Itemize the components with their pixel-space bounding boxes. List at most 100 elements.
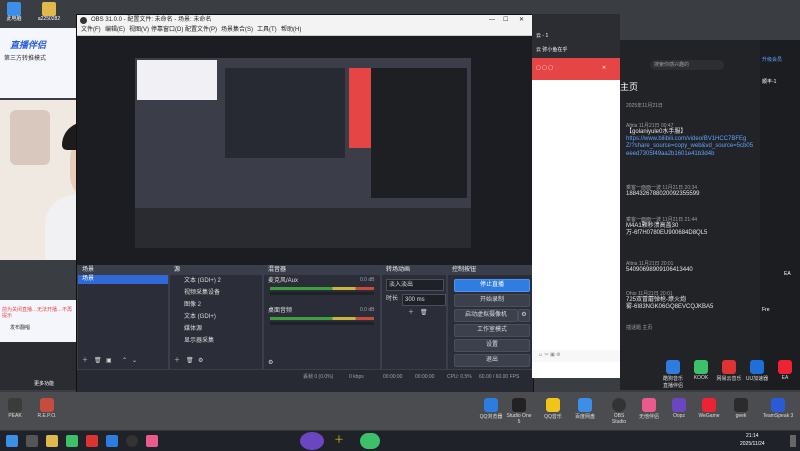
source-item[interactable]: 文本 (GDI+) 2: [170, 275, 262, 287]
move-up-icon[interactable]: ⌃: [122, 358, 127, 365]
live-companion-bottom: 前为关闭直播…无法开播…不再提示 发布翻唱: [0, 300, 76, 342]
clock-time[interactable]: 21:14: [746, 433, 759, 440]
publish-option[interactable]: 发布翻唱: [10, 325, 30, 332]
start-recording-button[interactable]: 开始录制: [454, 294, 530, 307]
close-icon[interactable]: ✕: [519, 15, 524, 26]
menu-tools[interactable]: 工具(T): [257, 26, 277, 35]
stop-streaming-button[interactable]: 停止直播: [454, 279, 530, 292]
preview-canvas: [135, 58, 471, 248]
menu-edit[interactable]: 编辑(E): [105, 26, 125, 35]
desktop-icon-folder[interactable]: a2250282: [32, 2, 66, 23]
transition-select[interactable]: 淡入淡出: [386, 279, 444, 291]
app-icon[interactable]: [106, 435, 118, 447]
wechat-icon[interactable]: [360, 433, 380, 449]
more-functions-link[interactable]: 更多功能: [34, 381, 54, 388]
desktop-app-icon[interactable]: Oopz: [666, 398, 692, 419]
menu-help[interactable]: 帮助(H): [281, 26, 301, 35]
start-virtual-camera-button[interactable]: 启动虚拟摄像机: [454, 309, 518, 322]
desktop-app-icon[interactable]: UU加速器: [744, 360, 770, 382]
maximize-icon[interactable]: ☐: [503, 15, 508, 26]
app-icon[interactable]: [66, 435, 78, 447]
clock-date[interactable]: 2025/11/24: [740, 441, 765, 448]
duration-input[interactable]: 300 ms: [402, 294, 446, 306]
virtual-camera-settings-icon[interactable]: ⚙: [518, 309, 530, 322]
add-scene-icon[interactable]: ＋: [82, 358, 88, 365]
remove-source-icon[interactable]: 🗑: [186, 358, 194, 365]
desktop-app-icon[interactable]: EA: [772, 360, 798, 381]
source-item[interactable]: 图像 2: [170, 299, 262, 311]
desktop-app-icon[interactable]: Studio One 5: [506, 398, 532, 425]
vip-badge[interactable]: 升级会员: [762, 57, 782, 64]
studio-mode-button[interactable]: 工作室模式: [454, 324, 530, 337]
chat-home-title: 主页: [620, 82, 639, 92]
desktop-app-icon[interactable]: 酷狗音乐 直播伴侣: [660, 360, 686, 389]
app-icon: [778, 360, 792, 374]
obs-preview[interactable]: [77, 36, 533, 278]
filter-icon[interactable]: ▣: [106, 358, 112, 365]
push-mode-label[interactable]: 第三方转推模式: [4, 56, 46, 63]
add-transition-icon[interactable]: ＋: [408, 310, 414, 317]
desktop-app-icon[interactable]: R.E.P.O.: [34, 398, 60, 419]
start-icon[interactable]: [6, 435, 18, 447]
show-desktop-button[interactable]: [790, 435, 796, 447]
desktop-app-icon[interactable]: 无他伴侣: [636, 398, 662, 420]
move-down-icon[interactable]: ⌄: [132, 358, 137, 365]
browser-header: ▢ ▢ ▢ ✕: [532, 58, 620, 80]
app-icon[interactable]: [86, 435, 98, 447]
menu-view[interactable]: 视图(V): [129, 26, 149, 35]
desktop-volume-slider[interactable]: [270, 322, 374, 325]
add-source-icon[interactable]: ＋: [174, 358, 180, 365]
desktop-icon-computer[interactable]: 此电脑: [2, 2, 26, 23]
source-item[interactable]: 视频采集设备: [170, 287, 262, 299]
desktop-app-icon[interactable]: geek: [728, 398, 754, 419]
chat-input-hint[interactable]: 插话题 主页: [626, 325, 652, 332]
menu-docks[interactable]: 停靠窗口(D): [151, 26, 183, 35]
obs-menubar: 文件(F) 编辑(E) 视图(V) 停靠窗口(D) 配置文件(P) 场景集合(S…: [77, 26, 533, 36]
menu-scene-collection[interactable]: 场景集合(S): [221, 26, 253, 35]
source-properties-icon[interactable]: ⚙: [198, 358, 203, 365]
message-author: 乘客一面面一波 11月21日 20:34: [626, 185, 698, 191]
source-item[interactable]: 文本 (GDI+): [170, 311, 262, 323]
desktop-app-icon[interactable]: 百度网盘: [572, 398, 598, 420]
file-explorer-icon[interactable]: [46, 435, 58, 447]
desktop-app-icon[interactable]: KOOK: [688, 360, 714, 381]
computer-icon: [7, 2, 21, 16]
mic-db: 0.0 dB: [360, 277, 375, 283]
desktop-app-icon[interactable]: TeamSpeak 3: [758, 398, 798, 419]
app-icon[interactable]: [146, 435, 158, 447]
message-author: Ohio 11月21日 20:01: [626, 291, 673, 297]
obs-taskbar-icon[interactable]: [126, 435, 138, 447]
source-item[interactable]: 显示器采集: [170, 335, 262, 347]
search-icon[interactable]: [26, 435, 38, 447]
desktop-app-icon[interactable]: OBS Studio: [606, 398, 632, 425]
desktop-app-icon[interactable]: QQ浏览器: [478, 398, 504, 420]
emoji-icon[interactable]: ☺ ✂ ▣ ⚙: [538, 352, 561, 359]
nested-chat: [371, 68, 467, 198]
message-link[interactable]: https://www.bilibili.com/video/BV1HCC7BF…: [626, 136, 754, 158]
remove-transition-icon[interactable]: 🗑: [420, 310, 428, 317]
browser-header-icons[interactable]: ▢ ▢ ▢: [536, 65, 553, 72]
exit-button[interactable]: 退出: [454, 354, 530, 367]
chat-search-input[interactable]: 搜索你感兴趣的: [650, 60, 724, 70]
plus-icon[interactable]: ＋: [334, 435, 346, 447]
source-item[interactable]: 媒体源: [170, 323, 262, 335]
mixer-settings-icon[interactable]: ⚙: [268, 360, 273, 367]
browser-tab[interactable]: 云 弥小鱼在乎: [536, 47, 567, 54]
desktop-app-icon[interactable]: QQ音乐: [540, 398, 566, 420]
desktop-app-icon[interactable]: PEAK: [2, 398, 28, 419]
menu-profile[interactable]: 配置文件(P): [185, 26, 217, 35]
remove-scene-icon[interactable]: 🗑: [94, 358, 102, 365]
scene-item[interactable]: 场景: [78, 275, 168, 284]
chat-panel: 搜索你感兴趣的 主页 2025年11月21日 Altria 11月21日 00:…: [620, 40, 800, 390]
browser-close-icon[interactable]: ✕: [602, 65, 606, 72]
desktop-app-icon[interactable]: 网易云音乐: [716, 360, 742, 382]
obs-logo-icon: [80, 17, 87, 24]
desktop-app-icon[interactable]: WeGame: [696, 398, 722, 419]
menu-file[interactable]: 文件(F): [81, 26, 101, 35]
desktop-lower-strip: PEAK R.E.P.O. QQ浏览器 Studio One 5 QQ音乐 百度…: [0, 392, 800, 430]
game-badge-icon[interactable]: [300, 432, 324, 450]
mic-volume-slider[interactable]: [270, 292, 374, 295]
settings-button[interactable]: 设置: [454, 339, 530, 352]
live-time: 00:00:00: [415, 374, 435, 380]
minimize-icon[interactable]: —: [489, 15, 495, 26]
